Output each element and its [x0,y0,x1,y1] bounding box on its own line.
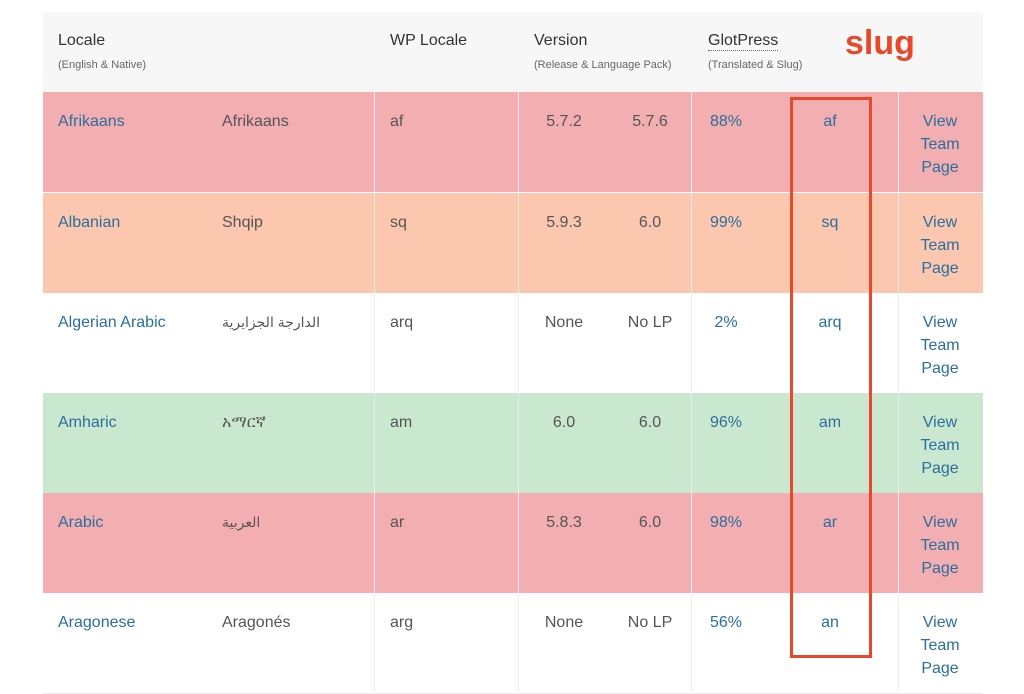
view-team-page-word: Page [921,159,959,176]
view-team-page-word: View [922,113,958,130]
column-divider [518,92,519,691]
view-team-page-link[interactable]: View Team Page [900,511,980,580]
wp-locale-code: am [390,414,413,431]
locale-english-link[interactable]: Afrikaans [58,110,125,133]
view-team-page-word: Page [921,560,959,577]
view-team-page-word: Page [921,260,959,277]
locale-native-name: Aragonés [222,614,291,631]
translated-percent-link[interactable]: 56% [706,611,746,634]
view-team-page-word: Page [921,460,959,477]
release-version: 6.0 [552,414,576,431]
glotpress-column-subheader: (Translated & Slug) [708,59,803,71]
view-team-page-link[interactable]: View Team Page [900,411,980,480]
translated-percent-link[interactable]: 96% [706,411,746,434]
view-team-page-word: Page [921,660,959,677]
view-team-page-word: Team [920,136,960,153]
version-column-subheader: (Release & Language Pack) [534,59,672,71]
view-team-page-word: Team [920,537,960,554]
column-divider [898,92,899,691]
translated-percent-link[interactable]: 98% [706,511,746,534]
language-pack-version: 6.0 [638,414,662,431]
view-team-page-word: View [922,314,958,331]
language-pack-version: 6.0 [638,214,662,231]
locale-english-link[interactable]: Algerian Arabic [58,311,166,334]
glotpress-column-header[interactable]: GlotPress [708,32,779,51]
language-pack-version: No LP [627,314,673,331]
slug-annotation-label: slug [845,24,915,62]
translated-percent-link[interactable]: 99% [706,211,746,234]
wp-locale-column-header: WP Locale [390,32,468,49]
translated-percent-link[interactable]: 2% [706,311,746,334]
view-team-page-link[interactable]: View Team Page [900,110,980,179]
release-version: None [544,614,584,631]
wp-locale-code: arq [390,314,414,331]
column-divider [374,92,375,691]
release-version: None [544,314,584,331]
release-version: 5.8.3 [546,514,582,531]
language-pack-version: 5.7.6 [632,113,668,130]
locale-english-link[interactable]: Albanian [58,211,120,234]
release-version: 5.9.3 [546,214,582,231]
locale-native-name: الدارجة الجزايرية [222,314,321,330]
language-pack-version: 6.0 [638,514,662,531]
view-team-page-link[interactable]: View Team Page [900,311,980,380]
view-team-page-link[interactable]: View Team Page [900,211,980,280]
locale-column-subheader: (English & Native) [58,59,147,71]
view-team-page-word: View [922,514,958,531]
release-version: 5.7.2 [546,113,582,130]
wp-locale-code: ar [390,514,405,531]
view-team-page-word: Page [921,360,959,377]
view-team-page-link[interactable]: View Team Page [900,611,980,680]
view-team-page-word: View [922,614,958,631]
locale-english-link[interactable]: Arabic [58,511,103,534]
view-team-page-word: Team [920,337,960,354]
locale-native-name: አማርኛ [222,414,266,431]
view-team-page-word: Team [920,437,960,454]
column-divider [691,92,692,691]
locale-english-link[interactable]: Aragonese [58,611,135,634]
locale-native-name: Afrikaans [222,113,289,130]
view-team-page-word: View [922,214,958,231]
locale-english-link[interactable]: Amharic [58,411,117,434]
wp-locale-code: sq [390,214,407,231]
view-team-page-word: View [922,414,958,431]
table-header: Locale (English & Native) WP Locale Vers… [43,12,983,93]
locale-native-name: Shqip [222,214,263,231]
slug-highlight-box [790,97,872,658]
language-pack-version: No LP [627,614,673,631]
translated-percent-link[interactable]: 88% [706,110,746,133]
wp-locale-code: arg [390,614,414,631]
wp-locale-code: af [390,113,404,130]
locale-native-name: العربية [222,514,261,530]
view-team-page-word: Team [920,237,960,254]
view-team-page-word: Team [920,637,960,654]
version-column-header: Version [534,32,588,49]
locale-column-header: Locale [58,32,106,49]
